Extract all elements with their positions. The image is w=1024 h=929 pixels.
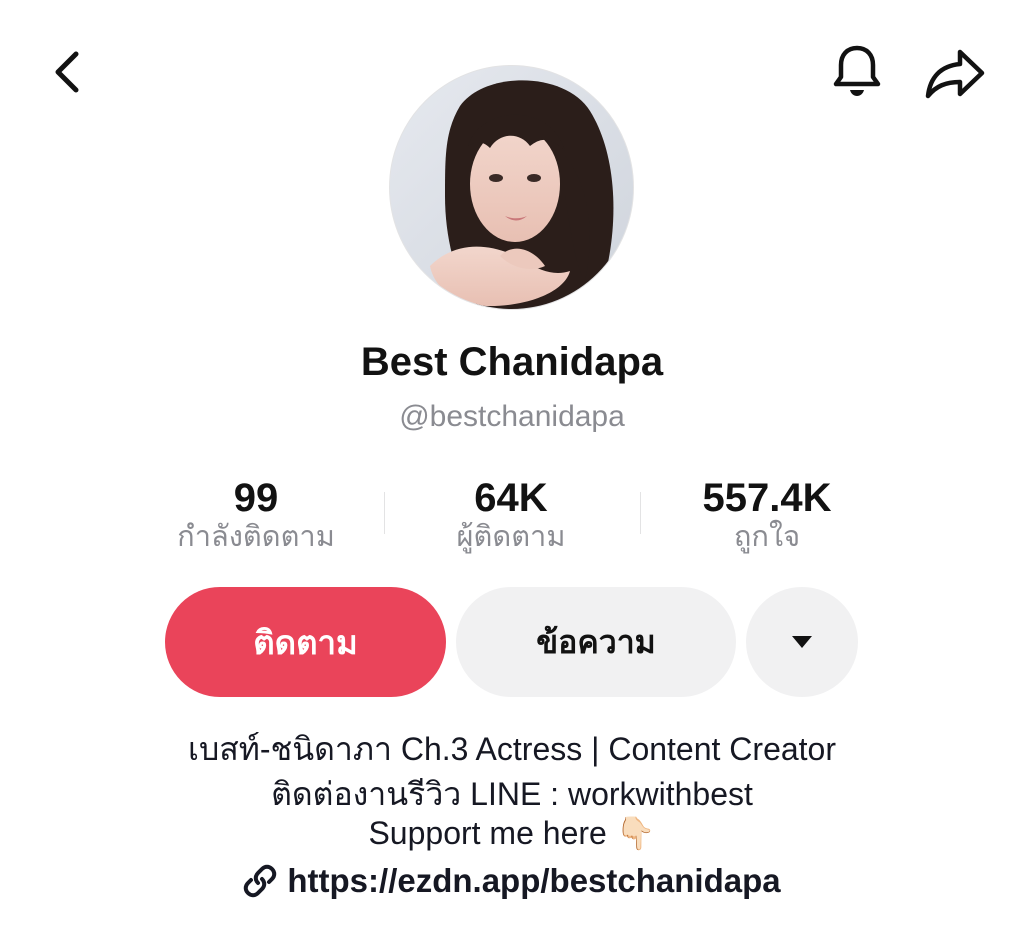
- profile-photo: [390, 66, 633, 309]
- likes-label: ถูกใจ: [733, 521, 801, 553]
- bio-line-3: Support me here 👇🏻: [0, 814, 1024, 852]
- bell-icon: [833, 45, 881, 96]
- message-button[interactable]: ข้อความ: [456, 587, 736, 697]
- stat-followers[interactable]: 64K ผู้ติดตาม: [381, 476, 641, 556]
- follow-button[interactable]: ติดตาม: [165, 587, 446, 697]
- bio-link[interactable]: https://ezdn.app/bestchanidapa: [0, 862, 1024, 900]
- stat-following[interactable]: 99 กำลังติดตาม: [126, 476, 386, 556]
- pointing-down-emoji: 👇🏻: [615, 815, 656, 851]
- bio-support-text: Support me here: [368, 815, 607, 851]
- caret-down-icon: [792, 636, 812, 648]
- chevron-left-icon: [55, 51, 79, 93]
- followers-label: ผู้ติดตาม: [456, 521, 566, 553]
- followers-count: 64K: [474, 476, 548, 520]
- back-button[interactable]: [40, 44, 96, 100]
- bio-link-url: https://ezdn.app/bestchanidapa: [287, 862, 781, 899]
- following-count: 99: [233, 476, 279, 520]
- username-handle: @bestchanidapa: [399, 400, 625, 433]
- more-options-button[interactable]: [746, 587, 858, 697]
- bio-line-1: เบสท์-ชนิดาภา Ch.3 Actress | Content Cre…: [188, 731, 836, 767]
- display-name: Best Chanidapa: [360, 340, 664, 384]
- notification-bell-button[interactable]: [826, 40, 888, 102]
- share-arrow-icon: [925, 49, 985, 99]
- share-button[interactable]: [922, 44, 988, 102]
- avatar[interactable]: [389, 65, 634, 310]
- stat-likes: 557.4K ถูกใจ: [637, 476, 897, 556]
- bio-line-2: ติดต่องานรีวิว LINE : workwithbest: [271, 776, 753, 812]
- link-icon: [244, 864, 277, 898]
- following-label: กำลังติดตาม: [177, 521, 335, 553]
- likes-count: 557.4K: [702, 476, 832, 520]
